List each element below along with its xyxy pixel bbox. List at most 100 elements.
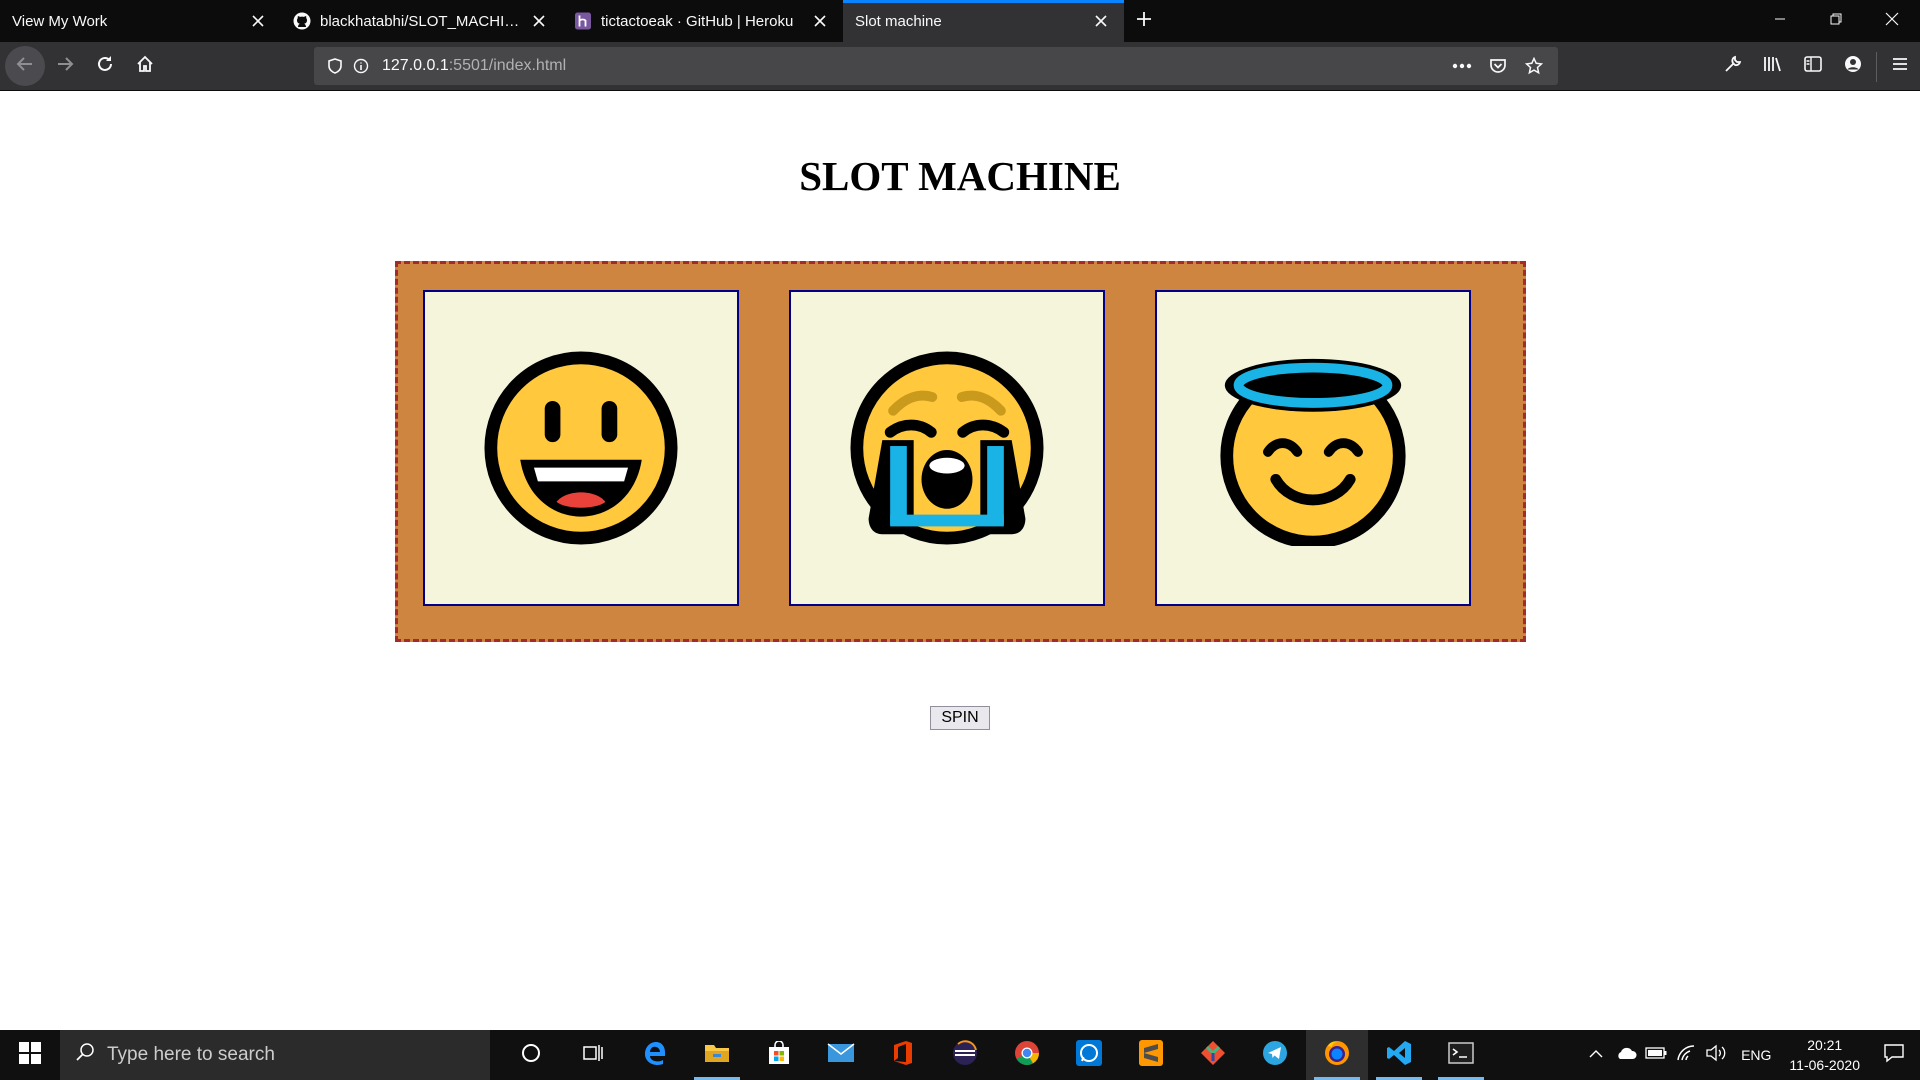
loudly-crying-face-emoji-icon [850, 351, 1044, 545]
terminal-taskbar-button[interactable] [1430, 1030, 1492, 1080]
sidebar-icon [1804, 56, 1822, 77]
new-tab-button[interactable] [1124, 0, 1164, 42]
grinning-face-emoji-icon [484, 351, 678, 545]
tab-view-my-work[interactable]: View My Work [0, 0, 281, 42]
edge-taskbar-button[interactable] [624, 1030, 686, 1080]
mail-icon [827, 1042, 855, 1068]
git-taskbar-button[interactable] [1182, 1030, 1244, 1080]
task-view-button[interactable] [562, 1030, 624, 1080]
cloud-icon [1615, 1046, 1637, 1065]
tab-heroku[interactable]: tictactoeak · GitHub | Heroku [562, 0, 843, 42]
browser-tab-strip: View My Work blackhatabhi/SLOT_MACHINE t… [0, 0, 1920, 42]
account-button[interactable] [1833, 47, 1873, 87]
system-tray: ENG 20:21 11-06-2020 [1581, 1030, 1920, 1080]
office-icon [892, 1040, 914, 1071]
chrome-icon [1014, 1040, 1040, 1071]
close-tab-icon[interactable] [528, 10, 550, 32]
back-button[interactable] [5, 46, 45, 86]
close-window-button[interactable] [1864, 0, 1920, 42]
input-language[interactable]: ENG [1741, 1047, 1771, 1063]
heroku-icon [574, 12, 592, 30]
close-tab-icon[interactable] [247, 10, 269, 32]
forward-button[interactable] [45, 46, 85, 86]
pocket-icon[interactable] [1482, 50, 1514, 82]
start-button[interactable] [0, 1030, 60, 1080]
menu-button[interactable] [1880, 47, 1920, 87]
clock-date: 11-06-2020 [1789, 1057, 1860, 1073]
edge-icon [642, 1040, 668, 1071]
slot-reel-3 [1155, 290, 1471, 606]
whatsapp-taskbar-button[interactable] [1058, 1030, 1120, 1080]
tab-title: Slot machine [855, 12, 942, 30]
cortana-button[interactable] [500, 1030, 562, 1080]
page-actions-icon[interactable] [1446, 50, 1478, 82]
wifi-icon [1676, 1044, 1696, 1067]
account-icon [1844, 55, 1862, 78]
navigation-toolbar: 127.0.0.1:5501/index.html [0, 42, 1920, 91]
url-text: 127.0.0.1:5501/index.html [382, 57, 566, 75]
whatsapp-icon [1076, 1039, 1102, 1071]
home-icon [136, 55, 154, 78]
minimize-button[interactable] [1752, 0, 1808, 42]
close-icon [1885, 12, 1899, 31]
telegram-taskbar-button[interactable] [1244, 1030, 1306, 1080]
cortana-icon [521, 1043, 541, 1068]
close-tab-icon[interactable] [1090, 10, 1112, 32]
restore-icon [1830, 12, 1842, 30]
file-explorer-icon [704, 1042, 730, 1069]
taskbar-apps [500, 1030, 1492, 1080]
sublime-taskbar-button[interactable] [1120, 1030, 1182, 1080]
developer-tools-button[interactable] [1713, 47, 1753, 87]
slot-machine-frame [395, 261, 1526, 642]
show-hidden-icons-button[interactable] [1581, 1030, 1611, 1080]
chrome-taskbar-button[interactable] [996, 1030, 1058, 1080]
spin-button[interactable]: SPIN [930, 706, 990, 730]
file-explorer-taskbar-button[interactable] [686, 1030, 748, 1080]
volume-tray-button[interactable] [1701, 1030, 1731, 1080]
toolbar-separator [1876, 51, 1877, 82]
battery-icon [1645, 1046, 1667, 1064]
slot-reel-2 [789, 290, 1105, 606]
vscode-taskbar-button[interactable] [1368, 1030, 1430, 1080]
action-center-button[interactable] [1868, 1030, 1920, 1080]
page-title: SLOT MACHINE [799, 153, 1121, 199]
search-placeholder: Type here to search [107, 1044, 275, 1065]
tab-title: blackhatabhi/SLOT_MACHINE [320, 12, 522, 30]
page-content: SLOT MACHINE SPIN [0, 92, 1920, 1030]
firefox-taskbar-button[interactable] [1306, 1030, 1368, 1080]
clock-time: 20:21 [1807, 1037, 1843, 1053]
network-tray-button[interactable] [1671, 1030, 1701, 1080]
restore-button[interactable] [1808, 0, 1864, 42]
eclipse-taskbar-button[interactable] [934, 1030, 996, 1080]
battery-tray-button[interactable] [1641, 1030, 1671, 1080]
tab-github-slot-machine[interactable]: blackhatabhi/SLOT_MACHINE [281, 0, 562, 42]
address-bar[interactable]: 127.0.0.1:5501/index.html [314, 47, 1558, 85]
tracking-protection-shield-icon[interactable] [322, 53, 348, 79]
sidebar-button[interactable] [1793, 47, 1833, 87]
eclipse-icon [952, 1039, 978, 1071]
site-info-icon[interactable] [348, 53, 374, 79]
office-taskbar-button[interactable] [872, 1030, 934, 1080]
url-path: :5501/index.html [448, 57, 567, 74]
taskbar-search-box[interactable]: Type here to search [60, 1030, 490, 1080]
address-bar-actions [1446, 50, 1550, 82]
tab-slot-machine[interactable]: Slot machine [843, 0, 1124, 42]
tab-title: tictactoeak · GitHub | Heroku [601, 12, 794, 30]
vscode-icon [1386, 1040, 1412, 1071]
close-tab-icon[interactable] [809, 10, 831, 32]
reload-icon [96, 55, 114, 78]
mail-taskbar-button[interactable] [810, 1030, 872, 1080]
taskbar-clock[interactable]: 20:21 11-06-2020 [1789, 1035, 1860, 1075]
library-icon [1763, 55, 1783, 78]
home-button[interactable] [125, 46, 165, 86]
arrow-left-icon [16, 55, 34, 78]
sublime-icon [1139, 1039, 1163, 1071]
reload-button[interactable] [85, 46, 125, 86]
search-icon [75, 1042, 95, 1068]
onedrive-tray-button[interactable] [1611, 1030, 1641, 1080]
store-icon [767, 1039, 791, 1070]
task-view-icon [582, 1043, 604, 1068]
store-taskbar-button[interactable] [748, 1030, 810, 1080]
bookmark-star-icon[interactable] [1518, 50, 1550, 82]
library-button[interactable] [1753, 47, 1793, 87]
